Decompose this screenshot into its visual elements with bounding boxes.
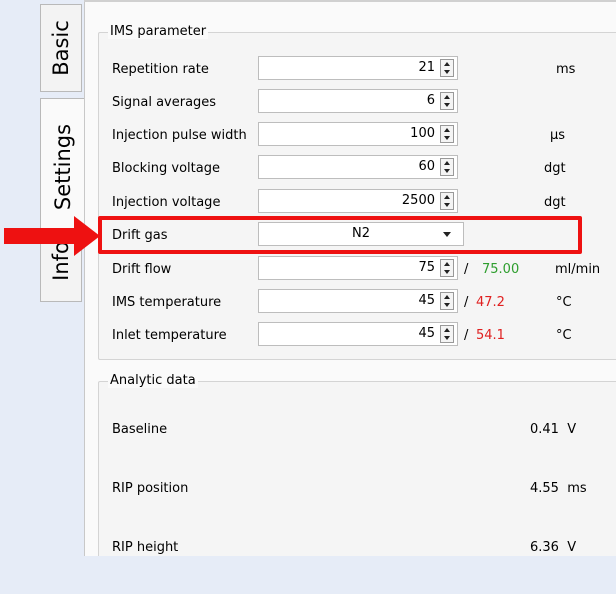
rip-height-value: 6.36 V: [530, 540, 577, 555]
ims-temperature-spinbox[interactable]: 45: [258, 289, 458, 313]
signal-averages-value: 6: [426, 93, 435, 108]
drift-flow-unit: ml/min: [555, 262, 601, 277]
up-arrow-icon[interactable]: [444, 295, 450, 299]
tab-basic[interactable]: Basic: [40, 4, 82, 92]
ims-temperature-value: 45: [418, 293, 435, 308]
drift-flow-separator: /: [464, 262, 469, 277]
drift-gas-highlight-box: [98, 216, 582, 254]
tab-info-label: Info: [49, 241, 73, 281]
signal-averages-label: Signal averages: [112, 95, 217, 110]
tab-basic-label: Basic: [49, 20, 73, 76]
injection-pulse-width-unit: μs: [550, 128, 566, 143]
blocking-voltage-value: 60: [418, 159, 435, 174]
down-arrow-icon[interactable]: [444, 270, 450, 274]
inlet-temperature-spinbox[interactable]: 45: [258, 322, 458, 346]
injection-pulse-width-spinbox[interactable]: 100: [258, 122, 458, 146]
inlet-temperature-separator: /: [464, 328, 469, 343]
inlet-temperature-stepper[interactable]: [440, 325, 454, 343]
analytic-data-group: [98, 381, 616, 563]
ims-temperature-stepper[interactable]: [440, 292, 454, 310]
inlet-temperature-label: Inlet temperature: [112, 328, 227, 343]
analytic-data-title: Analytic data: [108, 373, 198, 388]
inlet-temperature-value: 45: [418, 326, 435, 341]
signal-averages-stepper[interactable]: [440, 92, 454, 110]
tab-settings-label: Settings: [51, 123, 75, 211]
annotation-arrow-shaft: [4, 228, 76, 244]
injection-voltage-stepper[interactable]: [440, 192, 454, 210]
bottom-area: [0, 556, 616, 594]
repetition-rate-spinbox[interactable]: 21: [258, 56, 458, 80]
injection-pulse-width-stepper[interactable]: [440, 125, 454, 143]
ims-temperature-separator: /: [464, 295, 469, 310]
up-arrow-icon[interactable]: [444, 262, 450, 266]
panel-top-border: [84, 0, 616, 2]
up-arrow-icon[interactable]: [444, 328, 450, 332]
down-arrow-icon[interactable]: [444, 203, 450, 207]
blocking-voltage-spinbox[interactable]: 60: [258, 155, 458, 179]
up-arrow-icon[interactable]: [444, 195, 450, 199]
blocking-voltage-unit: dgt: [544, 161, 566, 176]
injection-voltage-value: 2500: [401, 193, 435, 208]
ims-temperature-unit: °C: [556, 295, 572, 310]
down-arrow-icon[interactable]: [444, 336, 450, 340]
baseline-label: Baseline: [112, 422, 168, 437]
baseline-value: 0.41 V: [530, 422, 577, 437]
drift-flow-value: 75: [418, 260, 435, 275]
down-arrow-icon[interactable]: [444, 70, 450, 74]
up-arrow-icon[interactable]: [444, 161, 450, 165]
repetition-rate-unit: ms: [556, 62, 576, 77]
drift-flow-label: Drift flow: [112, 262, 172, 277]
down-arrow-icon[interactable]: [444, 303, 450, 307]
repetition-rate-stepper[interactable]: [440, 59, 454, 77]
blocking-voltage-stepper[interactable]: [440, 158, 454, 176]
ims-parameter-title: IMS parameter: [108, 24, 209, 39]
repetition-rate-label: Repetition rate: [112, 62, 209, 77]
signal-averages-spinbox[interactable]: 6: [258, 89, 458, 113]
drift-flow-stepper[interactable]: [440, 259, 454, 277]
rip-position-value: 4.55 ms: [530, 481, 587, 496]
blocking-voltage-label: Blocking voltage: [112, 161, 220, 176]
up-arrow-icon[interactable]: [444, 95, 450, 99]
injection-pulse-width-value: 100: [410, 126, 435, 141]
tab-strip: Basic Settings Info: [0, 0, 85, 594]
drift-flow-measured: 75.00: [482, 262, 520, 277]
injection-voltage-label: Injection voltage: [112, 195, 221, 210]
rip-height-label: RIP height: [112, 540, 179, 555]
drift-flow-spinbox[interactable]: 75: [258, 256, 458, 280]
up-arrow-icon[interactable]: [444, 128, 450, 132]
inlet-temperature-measured: 54.1: [476, 328, 505, 343]
injection-voltage-unit: dgt: [544, 195, 566, 210]
inlet-temperature-unit: °C: [556, 328, 572, 343]
annotation-arrow-icon: [74, 216, 100, 256]
injection-voltage-spinbox[interactable]: 2500: [258, 189, 458, 213]
down-arrow-icon[interactable]: [444, 103, 450, 107]
ims-temperature-label: IMS temperature: [112, 295, 222, 310]
rip-position-label: RIP position: [112, 481, 189, 496]
injection-pulse-width-label: Injection pulse width: [112, 128, 247, 143]
repetition-rate-value: 21: [418, 60, 435, 75]
ims-temperature-measured: 47.2: [476, 295, 505, 310]
down-arrow-icon[interactable]: [444, 169, 450, 173]
down-arrow-icon[interactable]: [444, 136, 450, 140]
up-arrow-icon[interactable]: [444, 62, 450, 66]
